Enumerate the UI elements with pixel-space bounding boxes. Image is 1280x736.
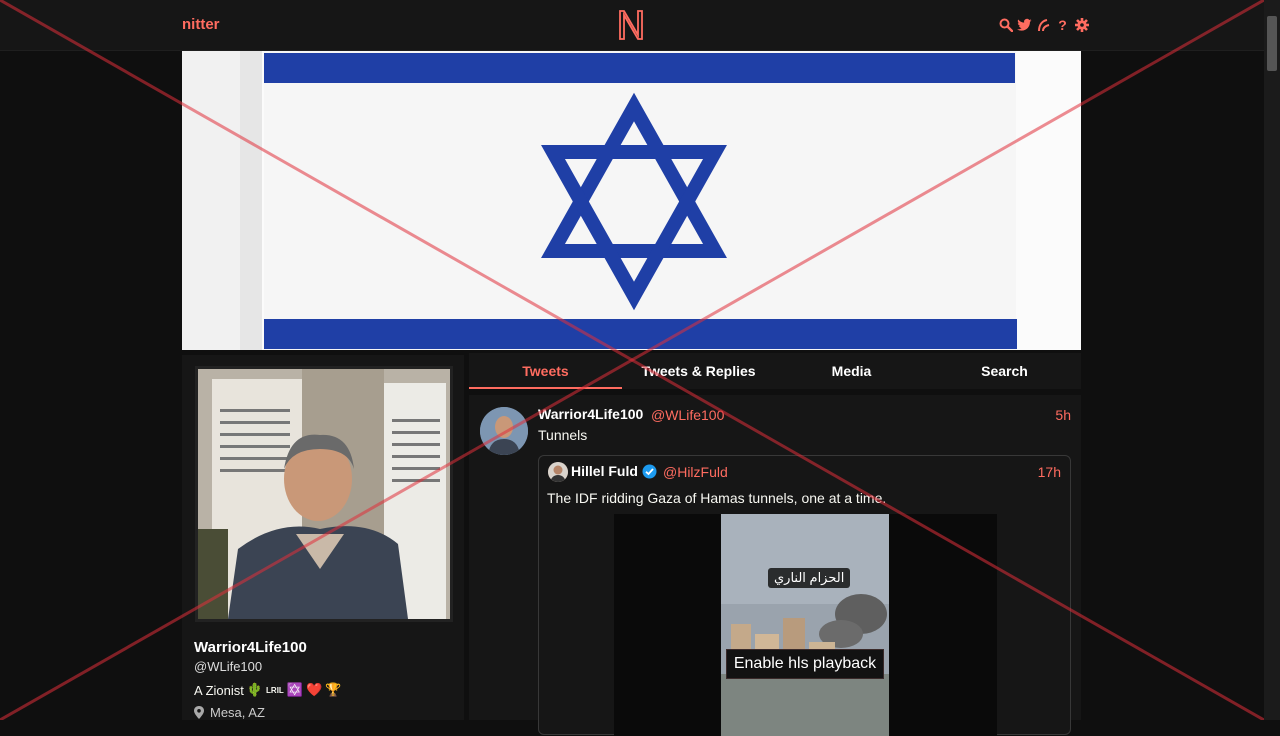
quote-author-name[interactable]: Hillel Fuld [571,463,638,479]
quoted-tweet[interactable]: Hillel Fuld @HilzFuld 17h The IDF riddin… [538,455,1071,736]
lril-text: LRIL [266,685,284,695]
help-icon[interactable]: ? [1055,16,1070,34]
tab-tweets[interactable]: Tweets [469,353,622,389]
israel-flag-image [182,51,1081,350]
tweet-text: Tunnels [538,427,588,443]
timeline-tabs: Tweets Tweets & Replies Media Search [469,353,1081,389]
trophy-emoji: 🏆 [325,682,342,697]
enable-hls-playback-button[interactable]: Enable hls playback [726,649,884,679]
bio-text: A Zionist [194,682,244,698]
verified-badge-icon [642,464,657,484]
profile-name[interactable]: Warrior4Life100 [194,639,307,656]
search-icon[interactable] [998,16,1013,34]
location-text: Mesa, AZ [210,705,265,720]
settings-icon[interactable] [1074,16,1089,34]
tweet-author-handle[interactable]: @WLife100 [651,407,724,423]
scrollbar-thumb[interactable] [1267,16,1277,71]
navbar: nitter ? [0,0,1264,51]
nitter-home-link[interactable]: nitter [182,16,220,33]
twitter-icon[interactable] [1017,16,1032,34]
nitter-logo-icon[interactable] [617,8,645,47]
profile-handle[interactable]: @WLife100 [194,659,262,674]
tab-tweets-replies[interactable]: Tweets & Replies [622,353,775,389]
nav-icons: ? [998,16,1089,34]
tab-media[interactable]: Media [775,353,928,389]
cactus-emoji: 🌵 [246,682,264,697]
quote-timestamp[interactable]: 17h [1038,464,1061,480]
timeline: Warrior4Life100 @WLife100 5h Tunnels Hil… [469,395,1081,736]
quote-video[interactable]: الحزام الناري Enable hls playback [614,514,997,736]
video-thumbnail: الحزام الناري [721,514,889,736]
profile-bio: A Zionist 🌵 LRIL ✡️ ❤️ 🏆 [194,682,341,698]
profile-banner[interactable] [182,51,1081,350]
quote-author-avatar[interactable] [548,462,568,482]
location-pin-icon [194,706,204,719]
profile-avatar[interactable] [195,366,453,622]
page-scrollbar[interactable] [1264,0,1280,720]
tweet-author-avatar[interactable] [480,407,528,455]
rss-icon[interactable] [1036,16,1051,34]
tab-search[interactable]: Search [928,353,1081,389]
tweet-timestamp[interactable]: 5h [1055,407,1071,423]
quote-author-handle[interactable]: @HilzFuld [663,464,728,480]
profile-card: Warrior4Life100 @WLife100 A Zionist 🌵 LR… [182,355,464,720]
tweet-author-name[interactable]: Warrior4Life100 [538,406,643,422]
heart-emoji: ❤️ [306,682,323,697]
star-of-david-emoji: ✡️ [286,682,304,697]
quote-text: The IDF ridding Gaza of Hamas tunnels, o… [547,490,887,506]
profile-location: Mesa, AZ [194,705,265,720]
video-caption: الحزام الناري [768,568,851,588]
